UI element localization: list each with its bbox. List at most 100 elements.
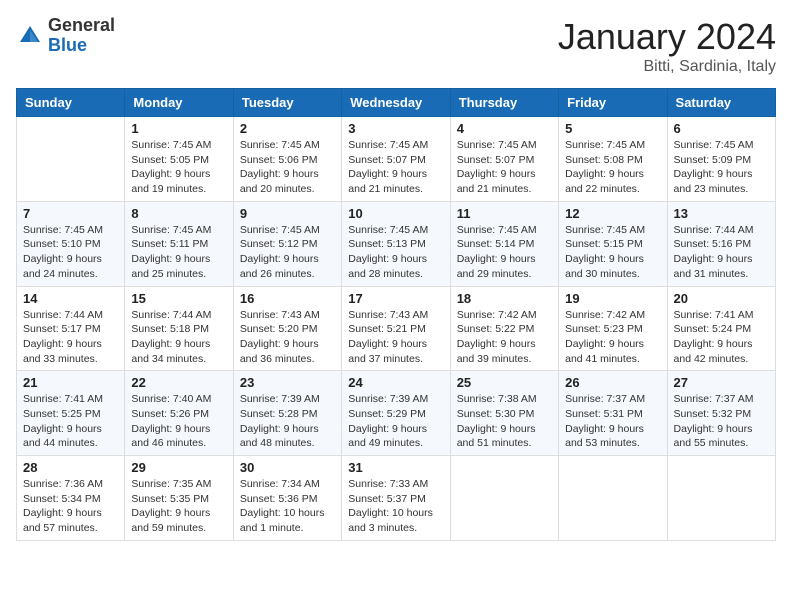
- col-header-wednesday: Wednesday: [342, 89, 450, 117]
- day-info: Sunrise: 7:45 AMSunset: 5:05 PMDaylight:…: [131, 138, 226, 197]
- day-info: Sunrise: 7:45 AMSunset: 5:10 PMDaylight:…: [23, 223, 118, 282]
- day-info: Sunrise: 7:45 AMSunset: 5:09 PMDaylight:…: [674, 138, 769, 197]
- week-row-4: 21 Sunrise: 7:41 AMSunset: 5:25 PMDayligh…: [17, 371, 776, 456]
- day-info: Sunrise: 7:45 AMSunset: 5:13 PMDaylight:…: [348, 223, 443, 282]
- calendar-cell: 28 Sunrise: 7:36 AMSunset: 5:34 PMDayligh…: [17, 456, 125, 541]
- calendar-cell: 25 Sunrise: 7:38 AMSunset: 5:30 PMDayligh…: [450, 371, 558, 456]
- day-number: 11: [457, 206, 552, 221]
- day-number: 10: [348, 206, 443, 221]
- day-info: Sunrise: 7:40 AMSunset: 5:26 PMDaylight:…: [131, 392, 226, 451]
- location-title: Bitti, Sardinia, Italy: [558, 58, 776, 76]
- day-info: Sunrise: 7:41 AMSunset: 5:25 PMDaylight:…: [23, 392, 118, 451]
- day-number: 15: [131, 291, 226, 306]
- day-info: Sunrise: 7:34 AMSunset: 5:36 PMDaylight:…: [240, 477, 335, 536]
- col-header-sunday: Sunday: [17, 89, 125, 117]
- day-info: Sunrise: 7:45 AMSunset: 5:07 PMDaylight:…: [348, 138, 443, 197]
- calendar-cell: [559, 456, 667, 541]
- calendar-cell: 8Sunrise: 7:45 AMSunset: 5:11 PMDaylight…: [125, 201, 233, 286]
- day-info: Sunrise: 7:45 AMSunset: 5:12 PMDaylight:…: [240, 223, 335, 282]
- day-number: 27: [674, 375, 769, 390]
- day-number: 16: [240, 291, 335, 306]
- day-info: Sunrise: 7:42 AMSunset: 5:22 PMDaylight:…: [457, 308, 552, 367]
- day-info: Sunrise: 7:45 AMSunset: 5:08 PMDaylight:…: [565, 138, 660, 197]
- day-info: Sunrise: 7:36 AMSunset: 5:34 PMDaylight:…: [23, 477, 118, 536]
- day-number: 25: [457, 375, 552, 390]
- calendar-cell: 19 Sunrise: 7:42 AMSunset: 5:23 PMDayligh…: [559, 286, 667, 371]
- month-title: January 2024: [558, 16, 776, 58]
- day-info: Sunrise: 7:37 AMSunset: 5:31 PMDaylight:…: [565, 392, 660, 451]
- day-info: Sunrise: 7:39 AMSunset: 5:29 PMDaylight:…: [348, 392, 443, 451]
- calendar-cell: 6 Sunrise: 7:45 AMSunset: 5:09 PMDaylight…: [667, 117, 775, 202]
- calendar-cell: 21 Sunrise: 7:41 AMSunset: 5:25 PMDayligh…: [17, 371, 125, 456]
- calendar-cell: 26 Sunrise: 7:37 AMSunset: 5:31 PMDayligh…: [559, 371, 667, 456]
- calendar-cell: 7 Sunrise: 7:45 AMSunset: 5:10 PMDaylight…: [17, 201, 125, 286]
- calendar-cell: 24 Sunrise: 7:39 AMSunset: 5:29 PMDayligh…: [342, 371, 450, 456]
- day-info: Sunrise: 7:35 AMSunset: 5:35 PMDaylight:…: [131, 477, 226, 536]
- col-header-tuesday: Tuesday: [233, 89, 341, 117]
- day-info: Sunrise: 7:45 AMSunset: 5:15 PMDaylight:…: [565, 223, 660, 282]
- logo-general-text: General: [48, 15, 115, 35]
- day-number: 26: [565, 375, 660, 390]
- calendar-cell: 11 Sunrise: 7:45 AMSunset: 5:14 PMDayligh…: [450, 201, 558, 286]
- day-info: Sunrise: 7:38 AMSunset: 5:30 PMDaylight:…: [457, 392, 552, 451]
- calendar-cell: 3 Sunrise: 7:45 AMSunset: 5:07 PMDaylight…: [342, 117, 450, 202]
- day-number: 29: [131, 460, 226, 475]
- logo-blue-text: Blue: [48, 35, 87, 55]
- day-number: 4: [457, 121, 552, 136]
- calendar-cell: 4 Sunrise: 7:45 AMSunset: 5:07 PMDaylight…: [450, 117, 558, 202]
- day-number: 19: [565, 291, 660, 306]
- calendar-cell: 15Sunrise: 7:44 AMSunset: 5:18 PMDayligh…: [125, 286, 233, 371]
- logo-text: General Blue: [48, 16, 115, 56]
- day-info: Sunrise: 7:42 AMSunset: 5:23 PMDaylight:…: [565, 308, 660, 367]
- calendar-cell: 10 Sunrise: 7:45 AMSunset: 5:13 PMDayligh…: [342, 201, 450, 286]
- calendar-cell: 14 Sunrise: 7:44 AMSunset: 5:17 PMDayligh…: [17, 286, 125, 371]
- day-info: Sunrise: 7:45 AMSunset: 5:07 PMDaylight:…: [457, 138, 552, 197]
- calendar-cell: 22Sunrise: 7:40 AMSunset: 5:26 PMDayligh…: [125, 371, 233, 456]
- day-number: 12: [565, 206, 660, 221]
- day-number: 8: [131, 206, 226, 221]
- calendar-cell: 2Sunrise: 7:45 AMSunset: 5:06 PMDaylight…: [233, 117, 341, 202]
- day-number: 23: [240, 375, 335, 390]
- day-info: Sunrise: 7:45 AMSunset: 5:14 PMDaylight:…: [457, 223, 552, 282]
- day-number: 14: [23, 291, 118, 306]
- col-header-saturday: Saturday: [667, 89, 775, 117]
- day-info: Sunrise: 7:33 AMSunset: 5:37 PMDaylight:…: [348, 477, 443, 536]
- week-row-2: 7 Sunrise: 7:45 AMSunset: 5:10 PMDaylight…: [17, 201, 776, 286]
- day-number: 17: [348, 291, 443, 306]
- day-info: Sunrise: 7:44 AMSunset: 5:17 PMDaylight:…: [23, 308, 118, 367]
- calendar-cell: 1Sunrise: 7:45 AMSunset: 5:05 PMDaylight…: [125, 117, 233, 202]
- day-info: Sunrise: 7:41 AMSunset: 5:24 PMDaylight:…: [674, 308, 769, 367]
- col-header-thursday: Thursday: [450, 89, 558, 117]
- logo-icon: [16, 22, 44, 50]
- title-area: January 2024 Bitti, Sardinia, Italy: [558, 16, 776, 76]
- day-number: 5: [565, 121, 660, 136]
- calendar-cell: 30Sunrise: 7:34 AMSunset: 5:36 PMDayligh…: [233, 456, 341, 541]
- day-number: 13: [674, 206, 769, 221]
- col-header-monday: Monday: [125, 89, 233, 117]
- page-header: General Blue January 2024 Bitti, Sardini…: [16, 16, 776, 76]
- day-number: 24: [348, 375, 443, 390]
- calendar-header-row: SundayMondayTuesdayWednesdayThursdayFrid…: [17, 89, 776, 117]
- col-header-friday: Friday: [559, 89, 667, 117]
- day-number: 7: [23, 206, 118, 221]
- calendar-cell: 20Sunrise: 7:41 AMSunset: 5:24 PMDayligh…: [667, 286, 775, 371]
- logo: General Blue: [16, 16, 115, 56]
- day-number: 3: [348, 121, 443, 136]
- day-info: Sunrise: 7:37 AMSunset: 5:32 PMDaylight:…: [674, 392, 769, 451]
- week-row-1: 1Sunrise: 7:45 AMSunset: 5:05 PMDaylight…: [17, 117, 776, 202]
- calendar-cell: 5 Sunrise: 7:45 AMSunset: 5:08 PMDaylight…: [559, 117, 667, 202]
- day-number: 9: [240, 206, 335, 221]
- calendar-cell: [17, 117, 125, 202]
- day-number: 28: [23, 460, 118, 475]
- day-info: Sunrise: 7:39 AMSunset: 5:28 PMDaylight:…: [240, 392, 335, 451]
- week-row-5: 28 Sunrise: 7:36 AMSunset: 5:34 PMDayligh…: [17, 456, 776, 541]
- calendar-cell: 9 Sunrise: 7:45 AMSunset: 5:12 PMDaylight…: [233, 201, 341, 286]
- day-number: 21: [23, 375, 118, 390]
- day-number: 6: [674, 121, 769, 136]
- calendar-cell: 16Sunrise: 7:43 AMSunset: 5:20 PMDayligh…: [233, 286, 341, 371]
- calendar-cell: [450, 456, 558, 541]
- calendar-cell: 13Sunrise: 7:44 AMSunset: 5:16 PMDayligh…: [667, 201, 775, 286]
- day-number: 2: [240, 121, 335, 136]
- day-info: Sunrise: 7:43 AMSunset: 5:21 PMDaylight:…: [348, 308, 443, 367]
- calendar-table: SundayMondayTuesdayWednesdayThursdayFrid…: [16, 88, 776, 541]
